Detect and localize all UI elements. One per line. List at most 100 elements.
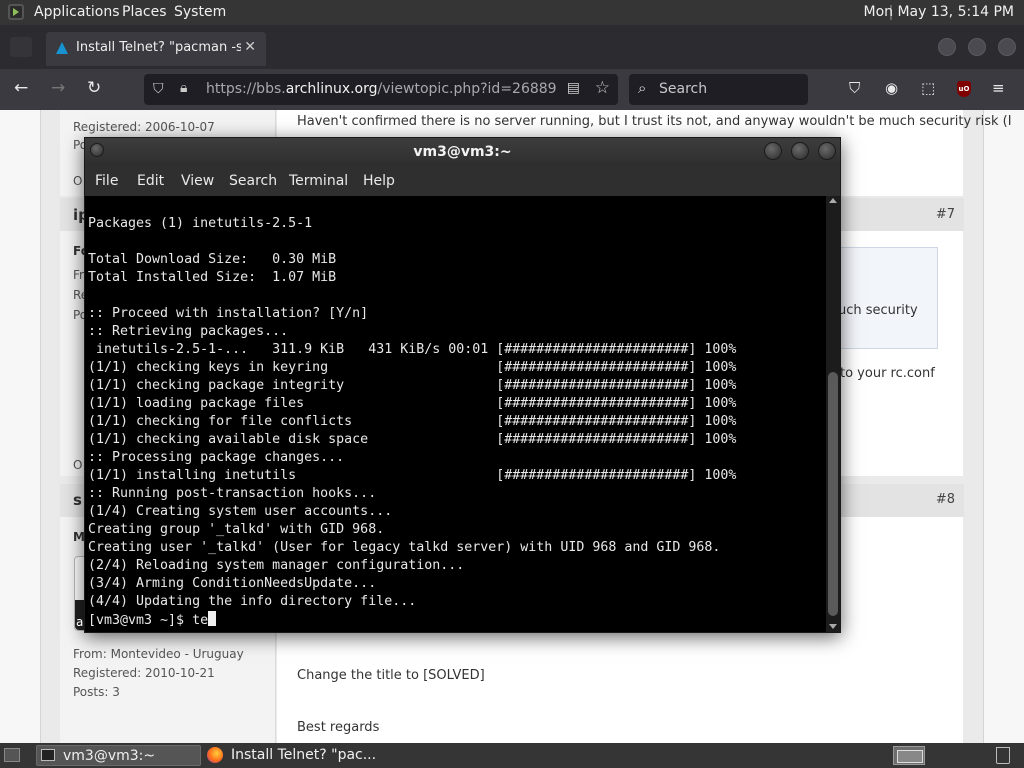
reader-view-icon[interactable]: ▤: [567, 80, 580, 96]
menu-file[interactable]: File: [95, 173, 118, 189]
show-desktop-icon[interactable]: [4, 748, 20, 762]
post-author-name[interactable]: s: [73, 491, 82, 509]
search-icon: ⌕: [638, 79, 647, 97]
places-menu[interactable]: Places: [122, 4, 167, 20]
close-window-button[interactable]: [998, 38, 1016, 56]
browser-tab[interactable]: Install Telnet? "pacman -s te ✕: [46, 32, 266, 66]
author-from: From: Montevideo - Uruguay: [73, 647, 244, 661]
terminal-line: (1/1) checking available disk space [###…: [88, 432, 737, 447]
terminal-line: (4/4) Updating the info directory file..…: [88, 594, 417, 609]
minimize-button[interactable]: [764, 142, 782, 160]
search-placeholder: Search: [659, 81, 708, 97]
author-status-fragment: O: [73, 174, 83, 188]
author-posts: Posts: 3: [73, 685, 120, 699]
terminal-line: :: Running post-transaction hooks...: [88, 486, 377, 501]
post-text: Best regards: [297, 720, 380, 735]
post-text: Change the title to [SOLVED]: [297, 668, 485, 683]
arch-favicon-icon: [56, 42, 68, 54]
author-registered: Registered: 2010-10-21: [73, 666, 215, 680]
author-from-fragment: Fr: [73, 268, 84, 282]
terminal-prompt: [vm3@vm3 ~]$ te: [88, 613, 209, 628]
forward-arrow-icon[interactable]: →: [51, 78, 65, 98]
scrollbar-thumb[interactable]: [828, 372, 838, 616]
terminal-line: Creating group '_talkd' with GID 968.: [88, 522, 385, 537]
search-input[interactable]: ⌕ Search: [629, 74, 808, 105]
back-arrow-icon[interactable]: ←: [14, 78, 28, 98]
ublock-origin-icon[interactable]: uO: [957, 81, 971, 97]
terminal-cursor: [208, 611, 217, 626]
maximize-button[interactable]: [968, 38, 986, 56]
terminal-line: (1/1) checking for file conflicts [#####…: [88, 414, 737, 429]
account-icon[interactable]: ◉: [885, 79, 898, 97]
firefox-view-button[interactable]: [10, 37, 32, 57]
terminal-line: :: Retrieving packages...: [88, 324, 289, 339]
close-window-button[interactable]: [818, 142, 836, 160]
bottom-panel: vm3@vm3:~ Install Telnet? "pac...: [0, 743, 1024, 768]
terminal-line: (1/1) checking package integrity [######…: [88, 378, 737, 393]
author-status-fragment: O: [73, 458, 83, 472]
avatar-text-fragment: a: [76, 615, 84, 629]
terminal-line: Packages (1) inetutils-2.5-1: [88, 216, 313, 231]
quote-text: uch security: [838, 303, 918, 318]
reload-icon[interactable]: ↻: [87, 78, 101, 98]
bookmark-star-icon[interactable]: ☆: [595, 78, 610, 98]
menu-search[interactable]: Search: [229, 173, 277, 189]
author-registered: Registered: 2006-10-07: [73, 120, 215, 134]
menu-view[interactable]: View: [181, 173, 214, 189]
tab-close-icon[interactable]: ✕: [244, 39, 256, 55]
pocket-icon[interactable]: ⛉: [849, 79, 860, 97]
post-number[interactable]: #8: [936, 492, 955, 507]
firefox-icon: [207, 747, 223, 763]
tracking-shield-icon[interactable]: ⛉: [153, 81, 164, 97]
terminal-line: (1/1) installing inetutils [############…: [88, 468, 737, 483]
taskbar-item-label: Install Telnet? "pac...: [231, 747, 377, 763]
workspace-switcher[interactable]: [893, 746, 925, 765]
terminal-line: inetutils-2.5-1-... 311.9 KiB 431 KiB/s …: [88, 342, 737, 357]
terminal-line: Total Download Size: 0.30 MiB: [88, 252, 337, 267]
browser-navbar: ← → ↻ ⛉ 🔒︎ https://bbs.archlinux.org/vie…: [0, 69, 1024, 110]
menu-edit[interactable]: Edit: [137, 173, 164, 189]
hamburger-menu-icon[interactable]: ≡: [992, 79, 1005, 97]
terminal-line: Total Installed Size: 1.07 MiB: [88, 270, 337, 285]
terminal-window[interactable]: vm3@vm3:~ File Edit View Search Terminal…: [84, 137, 841, 633]
minimize-button[interactable]: [938, 38, 956, 56]
terminal-scrollbar[interactable]: [826, 196, 840, 632]
clock[interactable]: Mon May 13, 5:14 PM: [864, 4, 1015, 20]
tab-title: Install Telnet? "pacman -s te: [76, 40, 241, 55]
terminal-line: (1/1) loading package files [###########…: [88, 396, 737, 411]
lock-icon[interactable]: 🔒︎: [180, 80, 187, 96]
menu-help[interactable]: Help: [363, 173, 395, 189]
post-text: Haven't confirmed there is no server run…: [297, 114, 1012, 129]
scroll-up-arrow-icon[interactable]: [829, 198, 837, 203]
terminal-icon: [41, 749, 55, 761]
browser-tab-strip: Install Telnet? "pacman -s te ✕: [0, 25, 1024, 69]
terminal-line: :: Proceed with installation? [Y/n]: [88, 306, 369, 321]
terminal-prompt-line[interactable]: [vm3@vm3 ~]$ te: [88, 611, 217, 630]
terminal-line: (2/4) Reloading system manager configura…: [88, 558, 465, 573]
terminal-menubar: File Edit View Search Terminal Help: [85, 166, 840, 196]
terminal-line: :: Processing package changes...: [88, 450, 345, 465]
taskbar-item-firefox[interactable]: Install Telnet? "pac...: [204, 745, 382, 766]
terminal-title: vm3@vm3:~: [413, 144, 512, 160]
taskbar-item-label: vm3@vm3:~: [63, 748, 156, 764]
applications-menu[interactable]: Applications: [34, 4, 120, 20]
terminal-line: (1/1) checking keys in keyring [########…: [88, 360, 737, 375]
post-text: to your rc.conf: [840, 366, 935, 381]
terminal-output[interactable]: Packages (1) inetutils-2.5-1 Total Downl…: [85, 196, 826, 632]
trash-icon[interactable]: [996, 747, 1010, 764]
terminal-line: Creating user '_talkd' (User for legacy …: [88, 540, 721, 555]
url-bar[interactable]: ⛉ 🔒︎ https://bbs.archlinux.org/viewtopic…: [144, 74, 618, 105]
system-menu[interactable]: System: [174, 4, 226, 20]
extensions-icon[interactable]: ⬚: [921, 79, 935, 97]
top-panel: Applications Places System Mon May 13, 5…: [0, 0, 1024, 25]
distro-logo-icon[interactable]: [8, 4, 24, 20]
post-number[interactable]: #7: [936, 207, 955, 222]
taskbar-item-terminal[interactable]: vm3@vm3:~: [36, 745, 201, 766]
scroll-down-arrow-icon[interactable]: [829, 624, 837, 629]
terminal-titlebar[interactable]: vm3@vm3:~: [85, 138, 840, 166]
terminal-line: (3/4) Arming ConditionNeedsUpdate...: [88, 576, 377, 591]
terminal-line: (1/4) Creating system user accounts...: [88, 504, 393, 519]
menu-terminal[interactable]: Terminal: [289, 173, 348, 189]
maximize-button[interactable]: [791, 142, 809, 160]
url-text[interactable]: https://bbs.archlinux.org/viewtopic.php?…: [206, 81, 557, 97]
